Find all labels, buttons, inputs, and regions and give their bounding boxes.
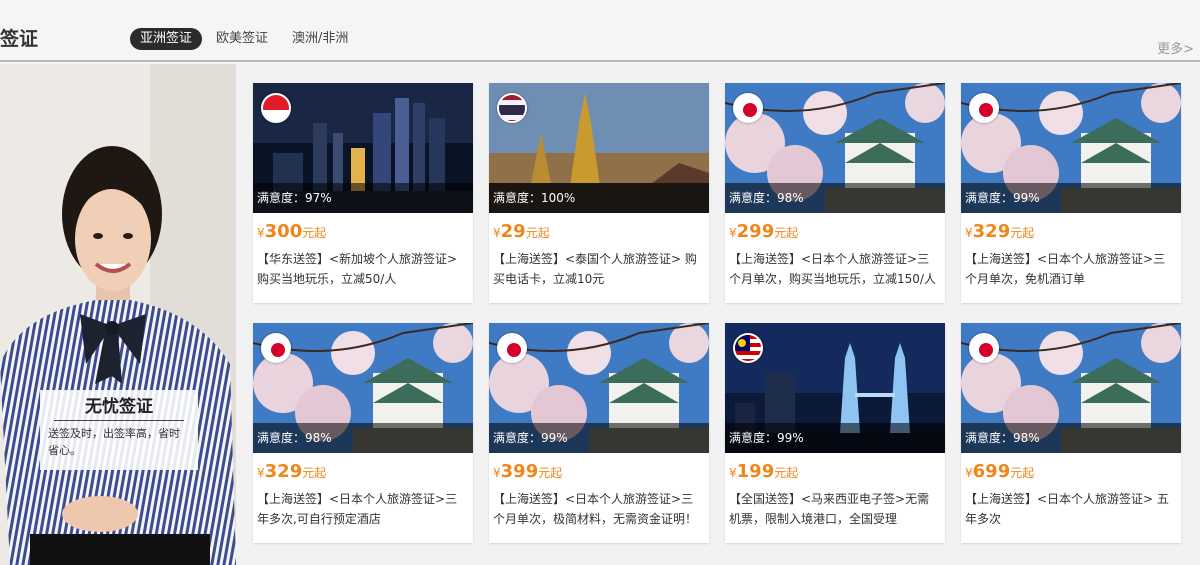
- visa-agent-photo: [0, 64, 236, 565]
- satisfaction-label: 满意度：99%: [489, 423, 709, 453]
- price: ¥199元起: [729, 461, 945, 483]
- price-currency: ¥: [729, 466, 737, 480]
- price: ¥699元起: [965, 461, 1181, 483]
- destination-image: 满意度：97%: [253, 83, 473, 213]
- price-value: 399: [500, 461, 539, 482]
- promo-title: 无忧签证: [54, 394, 184, 421]
- price-unit: 元起: [774, 466, 799, 480]
- destination-image: 满意度：99%: [961, 83, 1181, 213]
- product-title[interactable]: 【华东送签】<新加坡个人旅游签证>购买当地玩乐，立减50/人: [257, 249, 469, 289]
- price-value: 300: [264, 221, 303, 242]
- price-unit: 元起: [538, 466, 563, 480]
- malaysia-flag-icon: [733, 333, 763, 363]
- price: ¥329元起: [257, 461, 473, 483]
- price-value: 329: [972, 221, 1011, 242]
- price-unit: 元起: [525, 226, 550, 240]
- price-value: 199: [736, 461, 775, 482]
- price-currency: ¥: [257, 226, 265, 240]
- visa-card[interactable]: 满意度：100% ¥29元起 【上海送签】<泰国个人旅游签证> 购买电话卡，立减…: [489, 83, 709, 303]
- satisfaction-label: 满意度：99%: [961, 183, 1181, 213]
- satisfaction-label: 满意度：98%: [253, 423, 473, 453]
- visa-card[interactable]: 满意度：98% ¥329元起 【上海送签】<日本个人旅游签证>三年多次,可自行预…: [253, 323, 473, 543]
- visa-card[interactable]: 满意度：98% ¥699元起 【上海送签】<日本个人旅游签证> 五年多次: [961, 323, 1181, 543]
- product-title[interactable]: 【全国送签】<马来西亚电子签>无需机票，限制入境港口，全国受理: [729, 489, 941, 529]
- price-value: 329: [264, 461, 303, 482]
- satisfaction-label: 满意度：97%: [253, 183, 473, 213]
- price-currency: ¥: [729, 226, 737, 240]
- satisfaction-label: 满意度：100%: [489, 183, 709, 213]
- visa-card[interactable]: 满意度：99% ¥399元起 【上海送签】<日本个人旅游签证>三个月单次，极简材…: [489, 323, 709, 543]
- product-title[interactable]: 【上海送签】<日本个人旅游签证>三个月单次，购买当地玩乐，立减150/人: [729, 249, 941, 289]
- price-unit: 元起: [302, 226, 327, 240]
- price-value: 299: [736, 221, 775, 242]
- price-unit: 元起: [1010, 466, 1035, 480]
- product-title[interactable]: 【上海送签】<日本个人旅游签证>三个月单次，极简材料，无需资金证明！: [493, 489, 705, 529]
- japan-flag-icon: [497, 333, 527, 363]
- destination-image: 满意度：100%: [489, 83, 709, 213]
- more-link[interactable]: 更多>: [1157, 38, 1194, 57]
- singapore-flag-icon: [261, 93, 291, 123]
- promo-banner[interactable]: 无忧签证 送签及时，出签率高，省时省心。: [0, 64, 236, 565]
- destination-image: 满意度：99%: [489, 323, 709, 453]
- price-currency: ¥: [493, 466, 501, 480]
- price: ¥29元起: [493, 221, 709, 243]
- product-title[interactable]: 【上海送签】<日本个人旅游签证> 五年多次: [965, 489, 1177, 529]
- satisfaction-label: 满意度：98%: [961, 423, 1181, 453]
- visa-card[interactable]: 满意度：99% ¥199元起 【全国送签】<马来西亚电子签>无需机票，限制入境港…: [725, 323, 945, 543]
- price: ¥329元起: [965, 221, 1181, 243]
- japan-flag-icon: [261, 333, 291, 363]
- japan-flag-icon: [733, 93, 763, 123]
- price: ¥399元起: [493, 461, 709, 483]
- tab-europe-america-visa[interactable]: 欧美签证: [206, 28, 278, 50]
- visa-card[interactable]: 满意度：97% ¥300元起 【华东送签】<新加坡个人旅游签证>购买当地玩乐，立…: [253, 83, 473, 303]
- japan-flag-icon: [969, 333, 999, 363]
- thailand-flag-icon: [497, 93, 527, 123]
- product-title[interactable]: 【上海送签】<日本个人旅游签证>三个月单次，免机酒订单: [965, 249, 1177, 289]
- price-unit: 元起: [774, 226, 799, 240]
- visa-card[interactable]: 满意度：99% ¥329元起 【上海送签】<日本个人旅游签证>三个月单次，免机酒…: [961, 83, 1181, 303]
- tab-asia-visa[interactable]: 亚洲签证: [130, 28, 203, 50]
- satisfaction-label: 满意度：99%: [725, 423, 945, 453]
- price: ¥299元起: [729, 221, 945, 243]
- destination-image: 满意度：99%: [725, 323, 945, 453]
- price: ¥300元起: [257, 221, 473, 243]
- promo-info-card: 无忧签证 送签及时，出签率高，省时省心。: [40, 390, 198, 470]
- product-title[interactable]: 【上海送签】<日本个人旅游签证>三年多次,可自行预定酒店: [257, 489, 469, 529]
- price-currency: ¥: [965, 466, 973, 480]
- price-currency: ¥: [965, 226, 973, 240]
- price-unit: 元起: [302, 466, 327, 480]
- visa-region-tabs: 亚洲签证 欧美签证 澳洲/非洲: [130, 28, 362, 50]
- destination-image: 满意度：98%: [725, 83, 945, 213]
- tab-oceania-africa-visa[interactable]: 澳洲/非洲: [282, 28, 358, 50]
- price-currency: ¥: [257, 466, 265, 480]
- price-value: 699: [972, 461, 1011, 482]
- price-unit: 元起: [1010, 226, 1035, 240]
- product-title[interactable]: 【上海送签】<泰国个人旅游签证> 购买电话卡，立减10元: [493, 249, 705, 289]
- destination-image: 满意度：98%: [961, 323, 1181, 453]
- price-currency: ¥: [493, 226, 501, 240]
- japan-flag-icon: [969, 93, 999, 123]
- destination-image: 满意度：98%: [253, 323, 473, 453]
- promo-description: 送签及时，出签率高，省时省心。: [48, 427, 180, 457]
- section-header: 签证 亚洲签证 欧美签证 澳洲/非洲 更多>: [0, 0, 1200, 62]
- visa-card[interactable]: 满意度：98% ¥299元起 【上海送签】<日本个人旅游签证>三个月单次，购买当…: [725, 83, 945, 303]
- satisfaction-label: 满意度：98%: [725, 183, 945, 213]
- price-value: 29: [500, 221, 526, 242]
- section-title: 签证: [0, 28, 39, 50]
